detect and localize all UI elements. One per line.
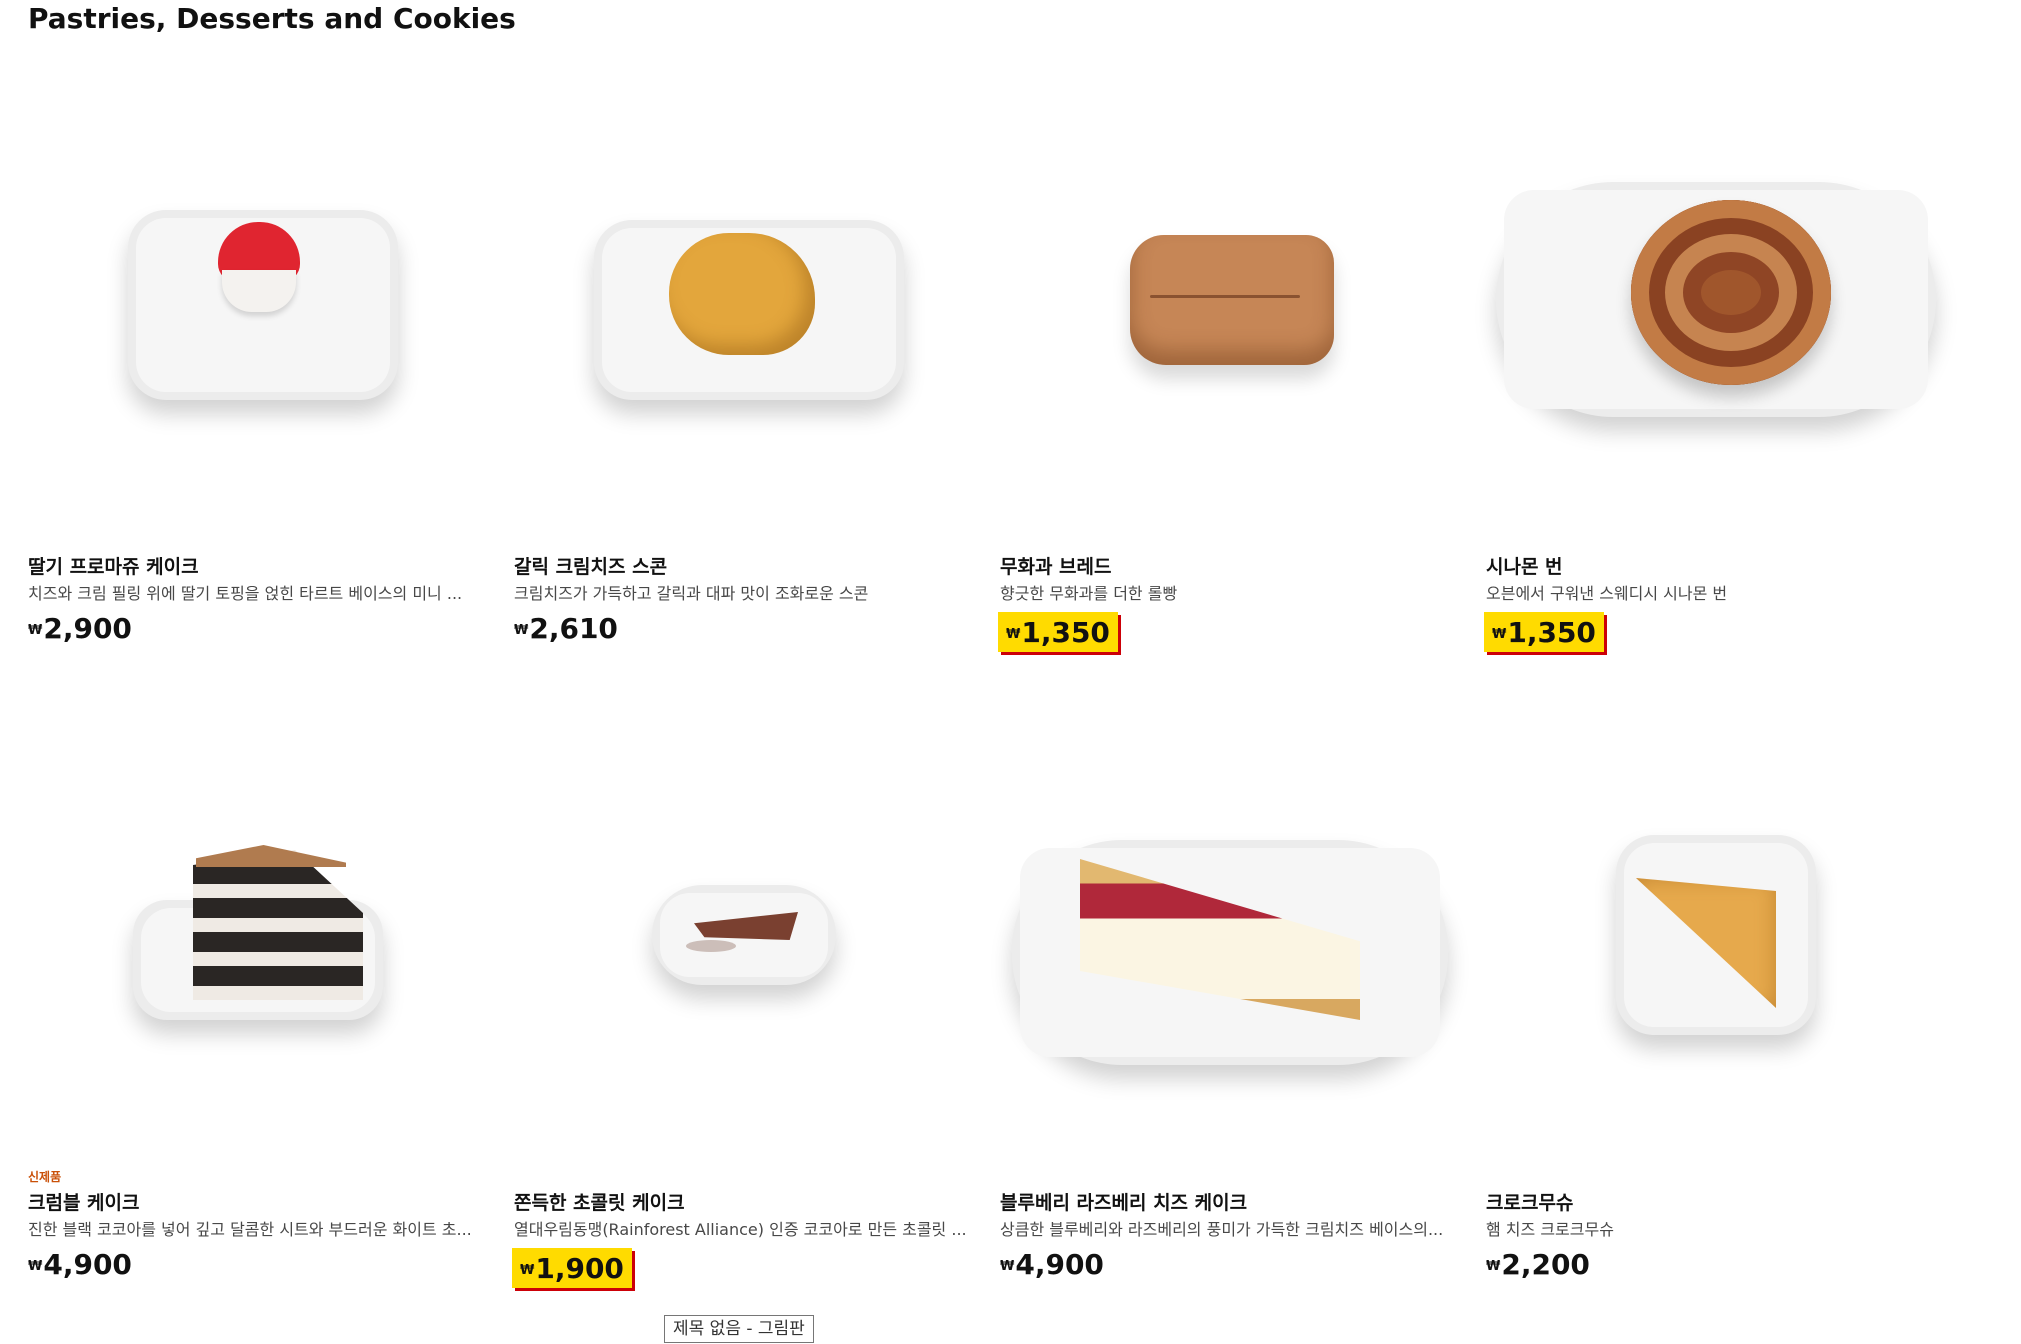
product-name[interactable]: 크로크무슈 xyxy=(1486,1188,1573,1215)
product-description: 상큼한 블루베리와 라즈베리의 풍미가 가득한 크림치즈 베이스의... xyxy=(1000,1220,1444,1239)
price-value: 1,350 xyxy=(1021,616,1110,649)
product-description: 크림치즈가 가득하고 갈릭과 대파 맛이 조화로운 스콘 xyxy=(514,584,869,603)
product-description: 치즈와 크림 필링 위에 딸기 토핑을 얹힌 타르트 베이스의 미니 ... xyxy=(28,584,463,603)
currency-symbol: ₩ xyxy=(520,1263,535,1278)
currency-symbol: ₩ xyxy=(1486,1259,1501,1274)
product-price: ₩2,900 xyxy=(28,612,132,646)
currency-symbol: ₩ xyxy=(1006,627,1021,642)
product-price: ₩1,900 xyxy=(512,1248,632,1288)
product-name[interactable]: 딸기 프로마쥬 케이크 xyxy=(28,552,199,579)
product-name[interactable]: 시나몬 번 xyxy=(1486,552,1563,579)
price-value: 4,900 xyxy=(43,1248,132,1281)
currency-symbol: ₩ xyxy=(1000,1259,1015,1274)
product-description: 향긋한 무화과를 더한 롤빵 xyxy=(1000,584,1178,603)
currency-symbol: ₩ xyxy=(28,623,43,638)
price-value: 2,610 xyxy=(529,612,618,645)
product-price: ₩4,900 xyxy=(1000,1248,1104,1282)
product-price: ₩4,900 xyxy=(28,1248,132,1282)
price-value: 4,900 xyxy=(1015,1248,1104,1281)
product-image[interactable] xyxy=(1486,150,1956,450)
currency-symbol: ₩ xyxy=(1492,627,1507,642)
product-description: 햄 치즈 크로크무슈 xyxy=(1486,1220,1614,1239)
product-price: ₩1,350 xyxy=(1484,612,1604,652)
price-value: 2,200 xyxy=(1501,1248,1590,1281)
product-image[interactable] xyxy=(1486,790,1956,1090)
product-image[interactable] xyxy=(1000,790,1470,1090)
product-name[interactable]: 블루베리 라즈베리 치즈 케이크 xyxy=(1000,1188,1247,1215)
product-price: ₩2,200 xyxy=(1486,1248,1590,1282)
price-value: 2,900 xyxy=(43,612,132,645)
product-image[interactable] xyxy=(1000,150,1470,450)
currency-symbol: ₩ xyxy=(514,623,529,638)
product-name[interactable]: 갈릭 크림치즈 스콘 xyxy=(514,552,667,579)
price-value: 1,350 xyxy=(1507,616,1596,649)
product-name[interactable]: 크럼블 케이크 xyxy=(28,1188,140,1215)
window-tooltip: 제목 없음 - 그림판 xyxy=(664,1315,814,1343)
product-image[interactable] xyxy=(514,150,984,450)
new-product-badge: 신제품 xyxy=(28,1170,62,1184)
product-price: ₩1,350 xyxy=(998,612,1118,652)
product-price: ₩2,610 xyxy=(514,612,618,646)
product-description: 열대우림동맹(Rainforest Alliance) 인증 코코아로 만든 초… xyxy=(514,1220,967,1239)
currency-symbol: ₩ xyxy=(28,1259,43,1274)
product-image[interactable] xyxy=(514,790,984,1090)
product-description: 진한 블랙 코코아를 넣어 깊고 달콤한 시트와 부드러운 화이트 초... xyxy=(28,1220,472,1239)
product-grid: 딸기 프로마쥬 케이크 치즈와 크림 필링 위에 딸기 토핑을 얹힌 타르트 베… xyxy=(0,0,2021,1344)
product-description: 오븐에서 구워낸 스웨디시 시나몬 번 xyxy=(1486,584,1728,603)
price-value: 1,900 xyxy=(535,1252,624,1285)
product-image[interactable] xyxy=(28,150,498,450)
product-name[interactable]: 무화과 브레드 xyxy=(1000,552,1112,579)
product-name[interactable]: 쫀득한 초콜릿 케이크 xyxy=(514,1188,685,1215)
product-image[interactable] xyxy=(28,790,498,1090)
